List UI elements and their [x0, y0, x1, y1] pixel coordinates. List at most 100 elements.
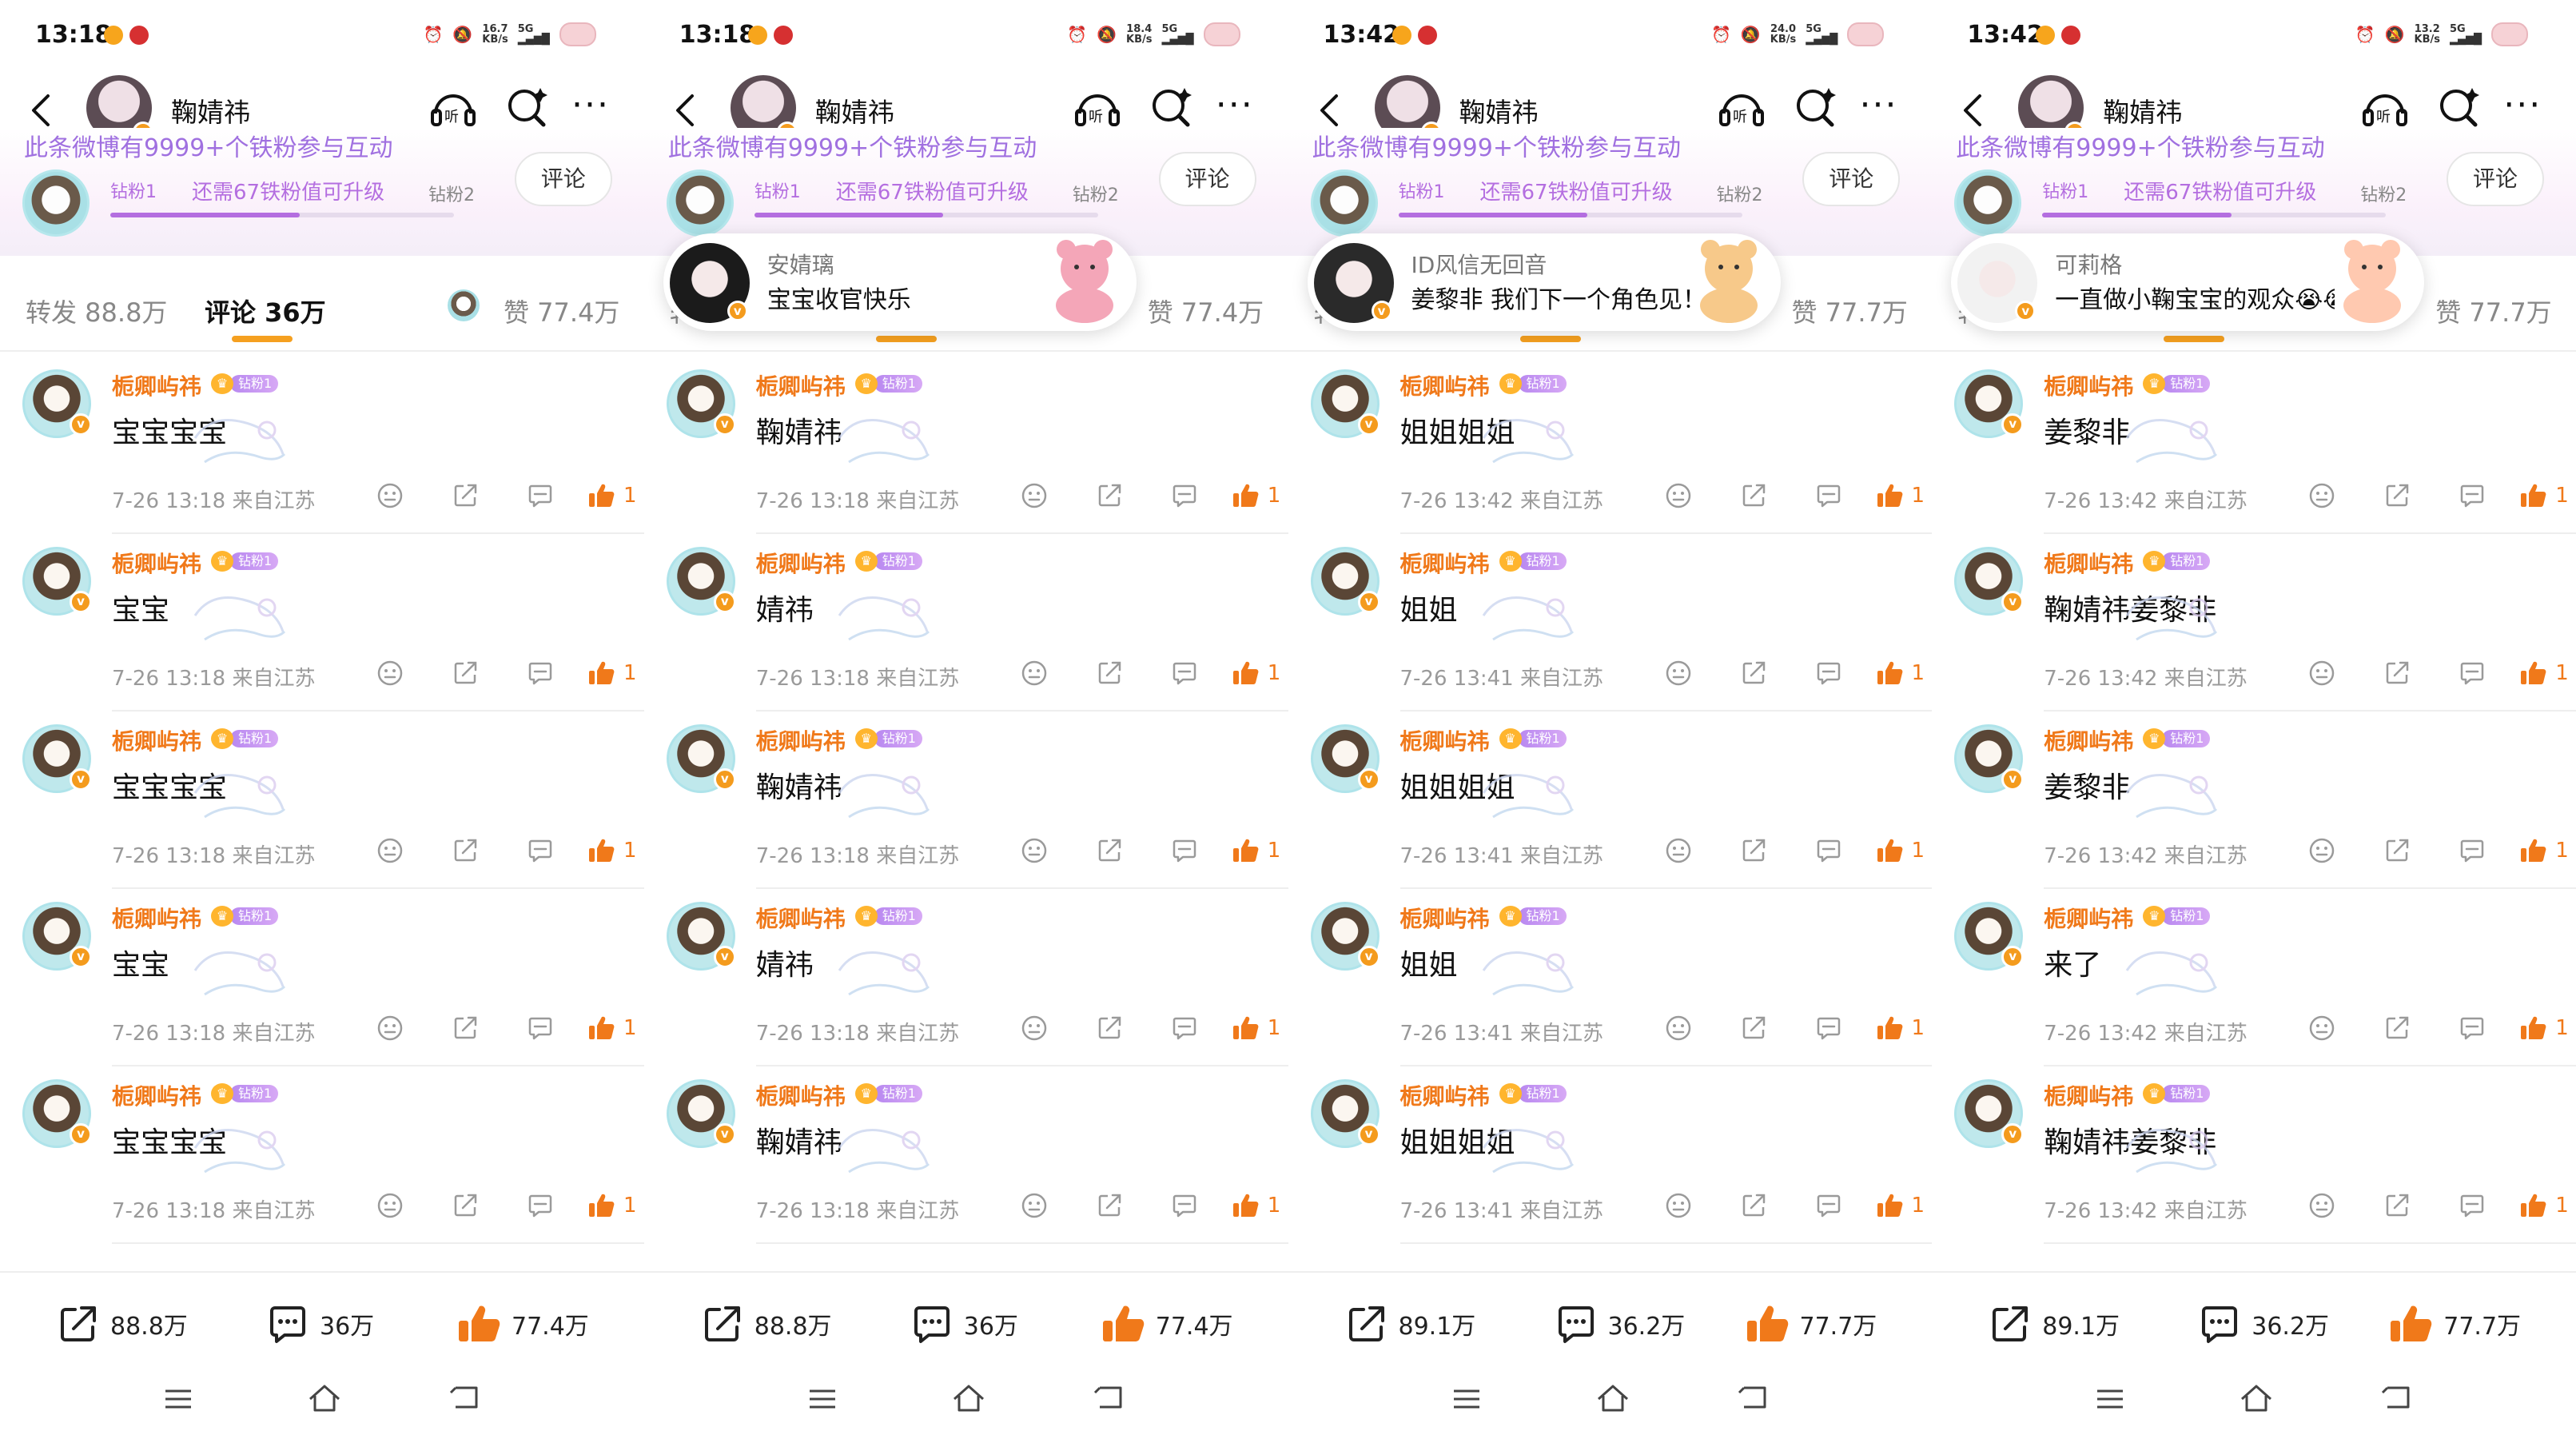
- emoji-reaction-icon[interactable]: [1020, 481, 1049, 510]
- comment-item[interactable]: v 栀卿屿祎 ♛ 钻粉1 宝宝 7-26 13:18 来自江苏 1: [0, 529, 644, 712]
- emoji-reaction-icon[interactable]: [2307, 1191, 2336, 1220]
- comment-item[interactable]: v 栀卿屿祎 ♛ 钻粉1 姐姐姐姐 7-26 13:41 来自江苏 1: [1288, 707, 1933, 889]
- comment-popup-card[interactable]: v ID风信无回音 姜黎非 我们下一个角色见！: [1307, 233, 1781, 331]
- comment-count-button[interactable]: 36万: [265, 1301, 374, 1346]
- comment-item[interactable]: v 栀卿屿祎 ♛ 钻粉1 姜黎非 7-26 13:42 来自江苏 1: [1932, 707, 2576, 889]
- like-button[interactable]: 77.4万: [456, 1301, 589, 1346]
- reply-icon[interactable]: [526, 659, 555, 688]
- more-icon[interactable]: ···: [1860, 88, 1898, 123]
- emoji-reaction-icon[interactable]: [1664, 659, 1693, 688]
- commenter-name[interactable]: 栀卿屿祎: [1400, 369, 1490, 401]
- share-icon[interactable]: [1095, 481, 1124, 510]
- listen-icon[interactable]: 听: [428, 82, 479, 133]
- comment-like-button[interactable]: 1: [587, 836, 637, 865]
- commenter-avatar[interactable]: v: [22, 1079, 92, 1148]
- comment-button[interactable]: 评论: [514, 152, 612, 206]
- commenter-name[interactable]: 栀卿屿祎: [112, 369, 201, 401]
- reply-icon[interactable]: [526, 836, 555, 865]
- system-back-icon[interactable]: [2381, 1383, 2413, 1412]
- commenter-avatar[interactable]: v: [666, 724, 736, 793]
- more-icon[interactable]: ···: [2503, 88, 2542, 123]
- share-icon[interactable]: [2383, 481, 2411, 510]
- comment-popup-card[interactable]: v 可莉格 一直做小鞠宝宝的观众😭😭😭: [1951, 233, 2425, 331]
- repost-button[interactable]: 89.1万: [1988, 1301, 2120, 1346]
- emoji-reaction-icon[interactable]: [2307, 1014, 2336, 1042]
- commenter-avatar[interactable]: v: [1954, 369, 2025, 438]
- share-icon[interactable]: [2383, 659, 2411, 688]
- tab-reposts[interactable]: 转发 88.8万: [26, 293, 167, 329]
- comment-like-button[interactable]: 1: [1231, 1014, 1280, 1042]
- comment-like-button[interactable]: 1: [2518, 1191, 2569, 1220]
- share-icon[interactable]: [1739, 1191, 1768, 1220]
- comment-item[interactable]: v 栀卿屿祎 ♛ 钻粉1 来了 7-26 13:42 来自江苏 1: [1932, 884, 2576, 1066]
- comment-item[interactable]: v 栀卿屿祎 ♛ 钻粉1 宝宝宝宝 7-26 13:18 来自江苏 1: [0, 352, 644, 534]
- reply-icon[interactable]: [526, 1014, 555, 1042]
- emoji-reaction-icon[interactable]: [376, 1191, 404, 1220]
- comment-item[interactable]: v 栀卿屿祎 ♛ 钻粉1 姐姐姐姐 7-26 13:41 来自江苏 1: [1288, 1062, 1933, 1244]
- comment-like-button[interactable]: 1: [587, 481, 637, 510]
- commenter-name[interactable]: 栀卿屿祎: [1400, 724, 1490, 756]
- emoji-reaction-icon[interactable]: [1020, 1014, 1049, 1042]
- comment-item[interactable]: v 栀卿屿祎 ♛ 钻粉1 鞠婧祎 7-26 13:18 来自江苏 1: [644, 1062, 1288, 1244]
- comment-count-button[interactable]: 36.2万: [1554, 1301, 1685, 1346]
- commenter-name[interactable]: 栀卿屿祎: [756, 724, 846, 756]
- search-icon[interactable]: [504, 82, 551, 133]
- reply-icon[interactable]: [1814, 659, 1843, 688]
- commenter-avatar[interactable]: v: [1310, 547, 1380, 616]
- share-icon[interactable]: [451, 481, 480, 510]
- comment-item[interactable]: v 栀卿屿祎 ♛ 钻粉1 姜黎非 7-26 13:42 来自江苏 1: [1932, 352, 2576, 534]
- commenter-avatar[interactable]: v: [1310, 1079, 1380, 1148]
- reply-icon[interactable]: [1814, 836, 1843, 865]
- reply-icon[interactable]: [2458, 659, 2486, 688]
- emoji-reaction-icon[interactable]: [2307, 659, 2336, 688]
- comment-item[interactable]: v 栀卿屿祎 ♛ 钻粉1 姐姐姐姐 7-26 13:42 来自江苏 1: [1288, 352, 1933, 534]
- reply-icon[interactable]: [526, 481, 555, 510]
- emoji-reaction-icon[interactable]: [1664, 836, 1693, 865]
- more-icon[interactable]: ···: [1216, 88, 1254, 123]
- tab-likes[interactable]: 赞 77.7万: [1792, 293, 1908, 329]
- share-icon[interactable]: [1095, 659, 1124, 688]
- commenter-avatar[interactable]: v: [1310, 902, 1380, 971]
- reply-icon[interactable]: [2458, 1014, 2486, 1042]
- reply-icon[interactable]: [1170, 1191, 1199, 1220]
- commenter-avatar[interactable]: v: [22, 369, 92, 438]
- back-arrow-icon[interactable]: [1956, 86, 1991, 134]
- comment-like-button[interactable]: 1: [2518, 836, 2569, 865]
- reply-icon[interactable]: [1170, 659, 1199, 688]
- emoji-reaction-icon[interactable]: [376, 1014, 404, 1042]
- reply-icon[interactable]: [1814, 1191, 1843, 1220]
- comment-like-button[interactable]: 1: [1875, 836, 1925, 865]
- back-arrow-icon[interactable]: [24, 86, 59, 134]
- reply-icon[interactable]: [1170, 836, 1199, 865]
- comment-like-button[interactable]: 1: [1231, 659, 1280, 688]
- search-icon[interactable]: [2435, 82, 2483, 133]
- comment-like-button[interactable]: 1: [1875, 659, 1925, 688]
- author-name[interactable]: 鞠婧祎: [2103, 91, 2182, 130]
- comment-item[interactable]: v 栀卿屿祎 ♛ 钻粉1 宝宝 7-26 13:18 来自江苏 1: [0, 884, 644, 1066]
- comment-item[interactable]: v 栀卿屿祎 ♛ 钻粉1 鞠婧祎姜黎非 7-26 13:42 来自江苏 1: [1932, 529, 2576, 712]
- reply-icon[interactable]: [526, 1191, 555, 1220]
- comment-item[interactable]: v 栀卿屿祎 ♛ 钻粉1 宝宝宝宝 7-26 13:18 来自江苏 1: [0, 1062, 644, 1244]
- reply-icon[interactable]: [1814, 481, 1843, 510]
- reply-icon[interactable]: [1170, 1014, 1199, 1042]
- share-icon[interactable]: [2383, 1014, 2411, 1042]
- commenter-name[interactable]: 栀卿屿祎: [756, 547, 846, 579]
- commenter-name[interactable]: 栀卿屿祎: [1400, 1079, 1490, 1111]
- system-back-icon[interactable]: [1093, 1383, 1125, 1412]
- share-icon[interactable]: [2383, 836, 2411, 865]
- comment-like-button[interactable]: 1: [1875, 481, 1925, 510]
- commenter-name[interactable]: 栀卿屿祎: [112, 1079, 201, 1111]
- tab-likes[interactable]: 赞 77.4万: [504, 293, 619, 329]
- share-icon[interactable]: [1095, 836, 1124, 865]
- emoji-reaction-icon[interactable]: [1020, 659, 1049, 688]
- author-name[interactable]: 鞠婧祎: [171, 91, 250, 130]
- comment-like-button[interactable]: 1: [2518, 481, 2569, 510]
- tab-likes[interactable]: 赞 77.7万: [2435, 293, 2551, 329]
- share-icon[interactable]: [1739, 659, 1768, 688]
- home-icon[interactable]: [307, 1381, 342, 1413]
- comment-item[interactable]: v 栀卿屿祎 ♛ 钻粉1 姐姐 7-26 13:41 来自江苏 1: [1288, 884, 1933, 1066]
- comment-item[interactable]: v 栀卿屿祎 ♛ 钻粉1 婧祎 7-26 13:18 来自江苏 1: [644, 884, 1288, 1066]
- comment-like-button[interactable]: 1: [2518, 1014, 2569, 1042]
- commenter-avatar[interactable]: v: [666, 547, 736, 616]
- like-button[interactable]: 77.4万: [1100, 1301, 1233, 1346]
